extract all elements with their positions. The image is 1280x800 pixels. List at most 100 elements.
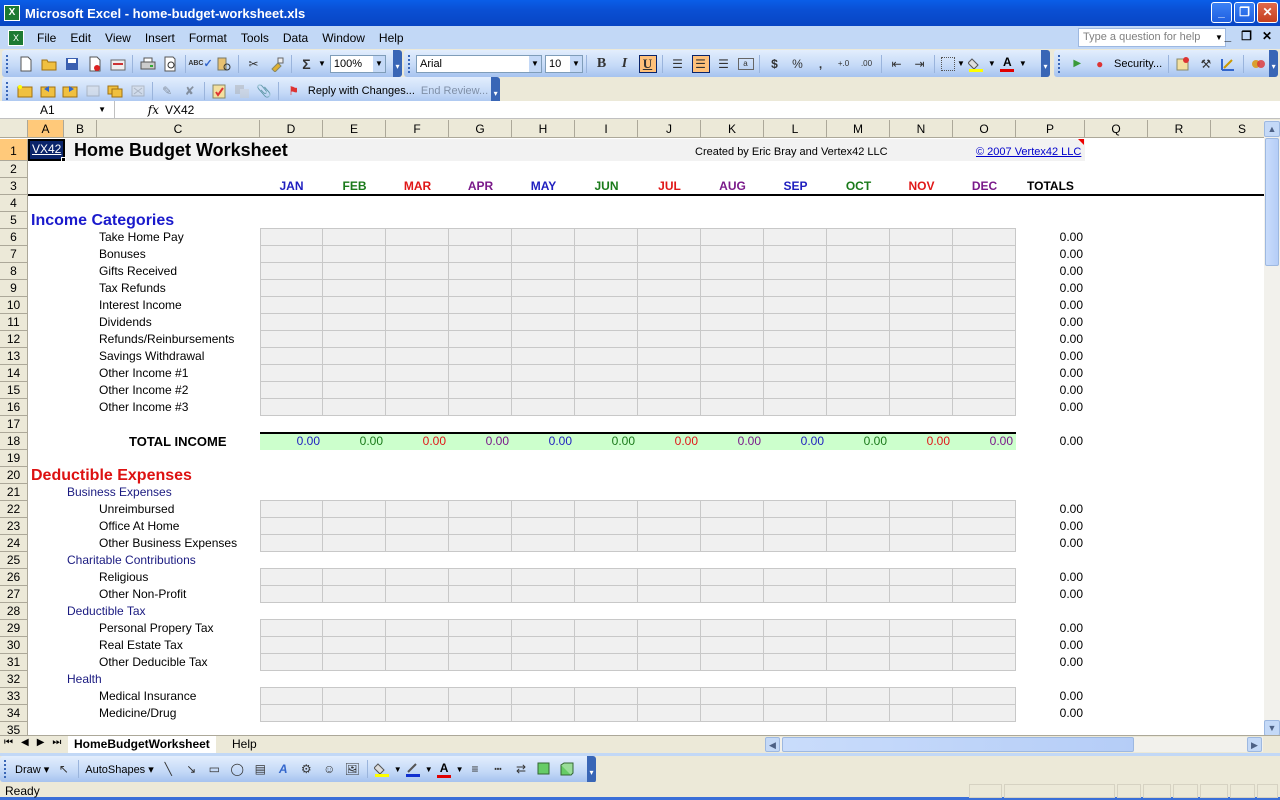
row-header-27[interactable]: 27 <box>0 586 28 603</box>
input-cell[interactable] <box>890 586 953 603</box>
input-cell[interactable] <box>449 246 512 263</box>
name-box[interactable]: A1 ▼ <box>0 100 115 119</box>
diagram-icon[interactable]: ⚙ <box>297 760 315 778</box>
input-cell[interactable] <box>323 365 386 382</box>
horizontal-scroll-thumb[interactable] <box>782 737 1134 752</box>
input-cell[interactable] <box>953 297 1016 314</box>
input-cell[interactable] <box>953 314 1016 331</box>
row-header-8[interactable]: 8 <box>0 263 28 280</box>
draw-menu-button[interactable]: Draw ▾ <box>12 763 52 776</box>
print-preview-icon[interactable] <box>162 55 180 73</box>
input-cell[interactable] <box>953 569 1016 586</box>
input-cell[interactable] <box>890 654 953 671</box>
input-cell[interactable] <box>323 331 386 348</box>
input-cell[interactable] <box>827 297 890 314</box>
input-cell[interactable] <box>449 654 512 671</box>
borders-dropdown-icon[interactable]: ▼ <box>957 59 965 68</box>
oval-icon[interactable]: ◯ <box>228 760 246 778</box>
input-cell[interactable] <box>260 314 323 331</box>
next-comment-icon[interactable] <box>61 82 79 100</box>
input-cell[interactable] <box>638 399 701 416</box>
column-header-s[interactable]: S <box>1211 120 1264 138</box>
input-cell[interactable] <box>890 569 953 586</box>
delete-comment-icon[interactable] <box>129 82 147 100</box>
column-header-n[interactable]: N <box>890 120 953 138</box>
row-header-2[interactable]: 2 <box>0 161 28 178</box>
column-header-m[interactable]: M <box>827 120 890 138</box>
input-cell[interactable] <box>323 229 386 246</box>
formula-input[interactable]: VX42 <box>165 103 1280 117</box>
input-cell[interactable] <box>449 229 512 246</box>
column-header-e[interactable]: E <box>323 120 386 138</box>
input-cell[interactable] <box>512 280 575 297</box>
input-cell[interactable] <box>512 501 575 518</box>
input-cell[interactable] <box>575 501 638 518</box>
input-cell[interactable] <box>638 705 701 722</box>
percent-button[interactable]: % <box>789 55 807 73</box>
menu-view[interactable]: View <box>98 31 138 45</box>
input-cell[interactable] <box>449 501 512 518</box>
input-cell[interactable] <box>638 365 701 382</box>
input-cell[interactable] <box>953 331 1016 348</box>
input-cell[interactable] <box>638 263 701 280</box>
scroll-up-icon[interactable]: ▲ <box>1264 121 1280 137</box>
horizontal-scrollbar[interactable]: ◀ ▶ <box>765 737 1263 752</box>
minimize-button[interactable]: _ <box>1211 2 1232 23</box>
input-cell[interactable] <box>512 569 575 586</box>
script-editor-icon[interactable] <box>1249 55 1267 73</box>
input-cell[interactable] <box>827 620 890 637</box>
record-macro-icon[interactable]: ● <box>1091 55 1109 73</box>
research-icon[interactable] <box>215 55 233 73</box>
input-cell[interactable] <box>638 280 701 297</box>
input-cell[interactable] <box>575 365 638 382</box>
input-cell[interactable] <box>512 331 575 348</box>
row-header-3[interactable]: 3 <box>0 178 28 195</box>
input-cell[interactable] <box>260 280 323 297</box>
input-cell[interactable] <box>386 637 449 654</box>
input-cell[interactable] <box>701 586 764 603</box>
sheet-tab-help[interactable]: Help <box>226 736 263 753</box>
row-header-29[interactable]: 29 <box>0 620 28 637</box>
input-cell[interactable] <box>890 331 953 348</box>
input-cell[interactable] <box>827 637 890 654</box>
input-cell[interactable] <box>638 637 701 654</box>
font-color-dropdown-icon[interactable]: ▼ <box>1019 59 1027 68</box>
input-cell[interactable] <box>260 246 323 263</box>
increase-indent-icon[interactable]: ⇥ <box>911 55 929 73</box>
bold-button[interactable]: B <box>593 55 611 73</box>
input-cell[interactable] <box>386 535 449 552</box>
input-cell[interactable] <box>512 348 575 365</box>
input-cell[interactable] <box>638 688 701 705</box>
input-cell[interactable] <box>638 382 701 399</box>
email-icon[interactable] <box>109 55 127 73</box>
input-cell[interactable] <box>638 348 701 365</box>
increase-decimal-button[interactable]: +.0 <box>835 55 853 73</box>
row-header-13[interactable]: 13 <box>0 348 28 365</box>
input-cell[interactable] <box>701 263 764 280</box>
font-color-dropdown-icon[interactable]: ▼ <box>456 765 464 774</box>
input-cell[interactable] <box>260 229 323 246</box>
input-cell[interactable] <box>953 365 1016 382</box>
run-macro-icon[interactable]: ▶ <box>1068 55 1086 73</box>
input-cell[interactable] <box>575 399 638 416</box>
shadow-style-icon[interactable] <box>535 760 553 778</box>
row-header-32[interactable]: 32 <box>0 671 28 688</box>
chevron-down-icon[interactable]: ▼ <box>529 55 541 72</box>
input-cell[interactable] <box>323 637 386 654</box>
vba-editor-icon[interactable] <box>1175 55 1193 73</box>
input-cell[interactable] <box>386 348 449 365</box>
input-cell[interactable] <box>827 654 890 671</box>
update-file-icon[interactable] <box>233 82 251 100</box>
reply-flag-icon[interactable]: ⚑ <box>285 82 303 100</box>
workbook-restore-button[interactable]: ❐ <box>1241 29 1252 43</box>
show-all-comments-icon[interactable] <box>106 82 124 100</box>
line-color-dropdown-icon[interactable]: ▼ <box>425 765 433 774</box>
input-cell[interactable] <box>953 586 1016 603</box>
input-cell[interactable] <box>575 569 638 586</box>
input-cell[interactable] <box>323 688 386 705</box>
input-cell[interactable] <box>701 348 764 365</box>
input-cell[interactable] <box>323 314 386 331</box>
input-cell[interactable] <box>323 620 386 637</box>
input-cell[interactable] <box>512 263 575 280</box>
format-painter-icon[interactable] <box>268 55 286 73</box>
